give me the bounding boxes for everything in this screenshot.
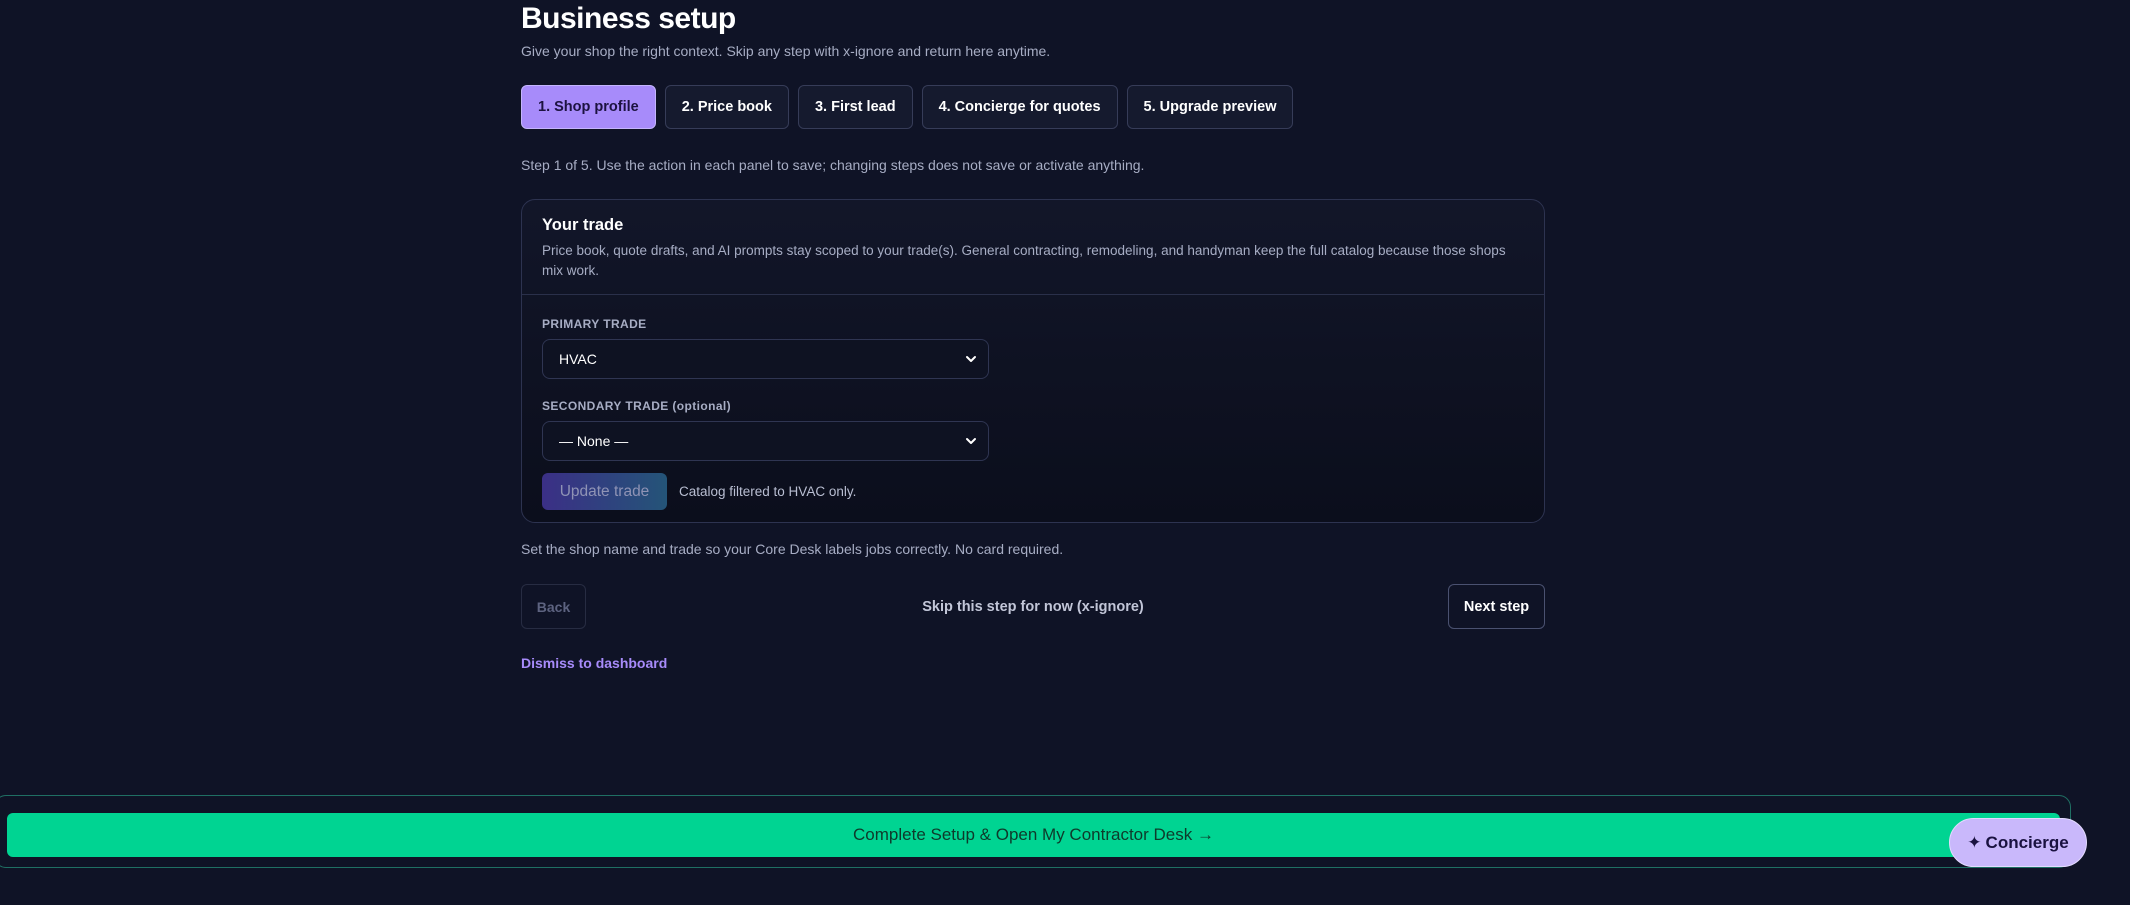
concierge-button[interactable]: ✦ Concierge xyxy=(1949,818,2087,867)
chevron-down-icon xyxy=(966,356,976,362)
panel-title: Your trade xyxy=(542,216,624,234)
trade-panel: Your trade Price book, quote drafts, and… xyxy=(521,199,1545,523)
back-button[interactable]: Back xyxy=(521,584,586,629)
page-title: Business setup xyxy=(521,2,736,35)
panel-description: Price book, quote drafts, and AI prompts… xyxy=(542,243,1506,278)
secondary-trade-select[interactable]: — None — xyxy=(542,421,989,461)
concierge-label: Concierge xyxy=(1985,832,2069,852)
step-note: Step 1 of 5. Use the action in each pane… xyxy=(521,157,1145,173)
complete-setup-button[interactable]: Complete Setup & Open My Contractor Desk… xyxy=(7,813,2060,857)
setup-foot-note: Set the shop name and trade so your Core… xyxy=(521,541,1064,557)
tab-concierge-for-quotes[interactable]: 4. Concierge for quotes xyxy=(921,85,1118,129)
tab-shop-profile[interactable]: 1. Shop profile xyxy=(521,85,656,129)
next-step-button[interactable]: Next step xyxy=(1448,584,1545,629)
update-trade-button[interactable]: Update trade xyxy=(542,473,667,510)
step-navigation: Skip this step for now (x-ignore) Back N… xyxy=(521,584,1545,629)
page: Business setup Give your shop the right … xyxy=(0,0,2130,905)
dismiss-to-dashboard-link[interactable]: Dismiss to dashboard xyxy=(521,655,667,671)
primary-trade-label: PRIMARY TRADE xyxy=(542,317,647,331)
panel-action-row: Update trade Catalog filtered to HVAC on… xyxy=(542,473,1524,510)
primary-trade-select[interactable]: HVAC xyxy=(542,339,989,379)
tab-first-lead[interactable]: 3. First lead xyxy=(797,85,913,129)
tab-price-book[interactable]: 2. Price book xyxy=(664,85,789,129)
panel-body: PRIMARY TRADE HVAC SECONDARY TRADE (opti… xyxy=(522,295,1544,510)
chevron-down-icon xyxy=(966,438,976,444)
secondary-trade-label: SECONDARY TRADE (optional) xyxy=(542,399,732,413)
primary-trade-value: HVAC xyxy=(559,351,597,367)
skip-step-link[interactable]: Skip this step for now (x-ignore) xyxy=(521,584,1545,629)
catalog-filter-note: Catalog filtered to HVAC only. xyxy=(679,484,857,499)
secondary-trade-value: — None — xyxy=(559,433,629,449)
sparkle-icon: ✦ xyxy=(1967,832,1982,852)
page-subtitle: Give your shop the right context. Skip a… xyxy=(521,43,1051,59)
tab-upgrade-preview[interactable]: 5. Upgrade preview xyxy=(1126,85,1294,129)
panel-header: Your trade Price book, quote drafts, and… xyxy=(522,200,1544,295)
step-tabs: 1. Shop profile 2. Price book 3. First l… xyxy=(521,85,1294,129)
